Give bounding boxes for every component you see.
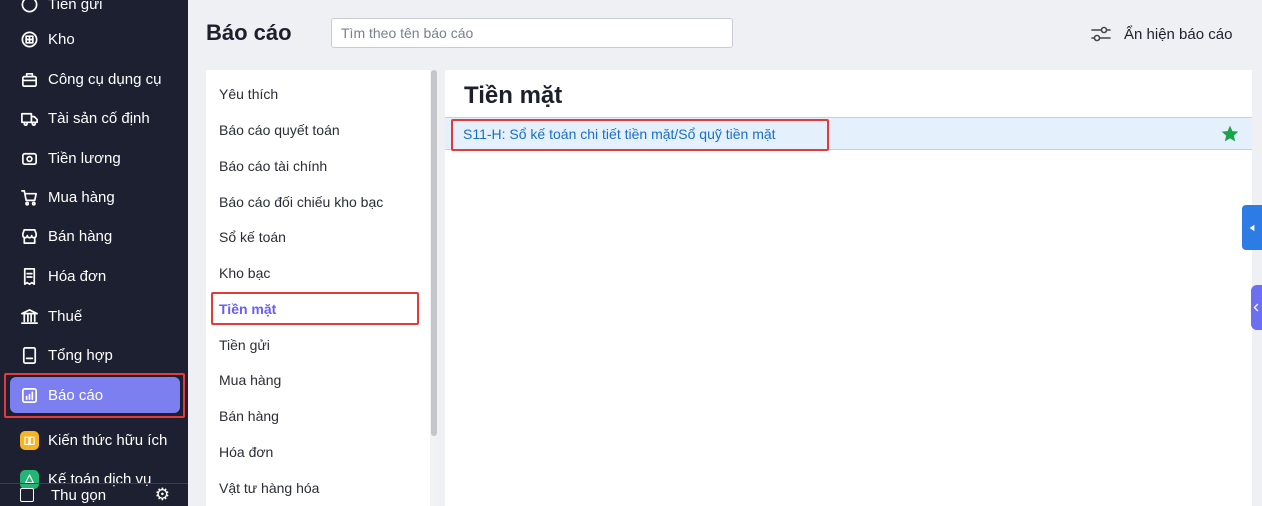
side-drawer-handle[interactable] [1251,285,1262,330]
page-title: Báo cáo [206,20,292,45]
sidebar-item-kien-thuc-huu-ich[interactable]: Kiến thức hữu ích [10,422,180,458]
sidebar-item-label: Hóa đơn [48,267,107,285]
sidebar-item-kho[interactable]: Kho [10,21,180,57]
toggle-reports-label: Ẩn hiện báo cáo [1124,25,1233,43]
search-input[interactable] [331,18,733,48]
report-highlight-box [451,119,829,151]
category-highlight-box [211,292,419,325]
sidebar-item-label: Kho [48,30,75,48]
report-panel: Tiền mặt S11-H: Sổ kế toán chi tiết tiền… [445,70,1252,506]
sidebar-item-tien-gui[interactable]: Tiền gửi [10,0,180,22]
sidebar-item-label: Tiền gửi [48,0,103,13]
sidebar: Tiền gửi Kho Công cụ dụng cụ Tài sản cố … [0,0,188,506]
collapse-icon[interactable] [20,488,34,502]
sidebar-item-label: Bán hàng [48,227,113,245]
sliders-icon [1091,26,1111,42]
category-item[interactable]: Mua hàng [219,370,281,390]
summary-icon [19,345,39,365]
category-item[interactable]: Tiền gửi [219,335,270,355]
sidebar-item-label: Tiền lương [48,149,121,167]
sidebar-item-tong-hop[interactable]: Tổng hợp [10,337,180,373]
sidebar-item-tien-luong[interactable]: Tiền lương [10,140,180,176]
tools-icon [19,69,39,89]
sidebar-item-label: Công cụ dụng cụ [48,70,162,88]
truck-icon [19,108,39,128]
deposit-icon [19,0,39,14]
sidebar-item-label: Kiến thức hữu ích [48,431,168,449]
sidebar-item-cong-cu-dung-cu[interactable]: Công cụ dụng cụ [10,61,180,97]
sidebar-item-thue[interactable]: Thuế [10,298,180,334]
category-item[interactable]: Bán hàng [219,406,279,426]
sidebar-item-label: Mua hàng [48,188,115,206]
caret-left-icon [1249,224,1255,231]
salary-icon [19,148,39,168]
category-item[interactable]: Yêu thích [219,84,278,104]
sidebar-item-tai-san-co-dinh[interactable]: Tài sản cố định [10,100,180,136]
category-list: Yêu thích Báo cáo quyết toán Báo cáo tài… [206,70,438,506]
favorite-star-icon[interactable] [1220,124,1240,144]
invoice-icon [19,266,39,286]
sidebar-item-ban-hang[interactable]: Bán hàng [10,218,180,254]
store-icon [19,226,39,246]
category-item[interactable]: Kho bạc [219,263,270,283]
category-item[interactable]: Báo cáo đối chiếu kho bạc [219,192,383,212]
chevron-left-icon [1253,303,1259,312]
bank-icon [19,306,39,326]
category-item[interactable]: Hóa đơn [219,442,273,462]
category-item[interactable]: Sổ kế toán [219,227,286,247]
category-item[interactable]: Báo cáo tài chính [219,156,327,176]
category-item[interactable]: Vật tư hàng hóa [219,478,319,498]
warehouse-icon [19,29,39,49]
sidebar-item-mua-hang[interactable]: Mua hàng [10,179,180,215]
sidebar-collapse-bar: Thu gọn ⚙ [0,483,188,506]
toggle-reports-button[interactable]: Ẩn hiện báo cáo [1090,22,1232,46]
report-row[interactable]: S11-H: Sổ kế toán chi tiết tiền mặt/Sổ q… [445,117,1252,151]
report-section-title: Tiền mặt [464,82,563,109]
gear-icon[interactable]: ⚙ [155,485,170,505]
sidebar-item-label: Tổng hợp [48,346,113,364]
collapse-button[interactable]: Thu gọn [51,487,106,504]
nav-highlight-box [4,373,185,418]
sidebar-item-label: Tài sản cố định [48,109,150,127]
sidebar-item-hoa-don[interactable]: Hóa đơn [10,258,180,294]
category-scrollbar-thumb[interactable] [431,70,437,436]
category-item[interactable]: Báo cáo quyết toán [219,120,340,140]
book-icon [19,430,39,450]
sidebar-item-label: Thuế [48,307,83,325]
cart-icon [19,187,39,207]
side-panel-toggle[interactable] [1242,205,1262,250]
